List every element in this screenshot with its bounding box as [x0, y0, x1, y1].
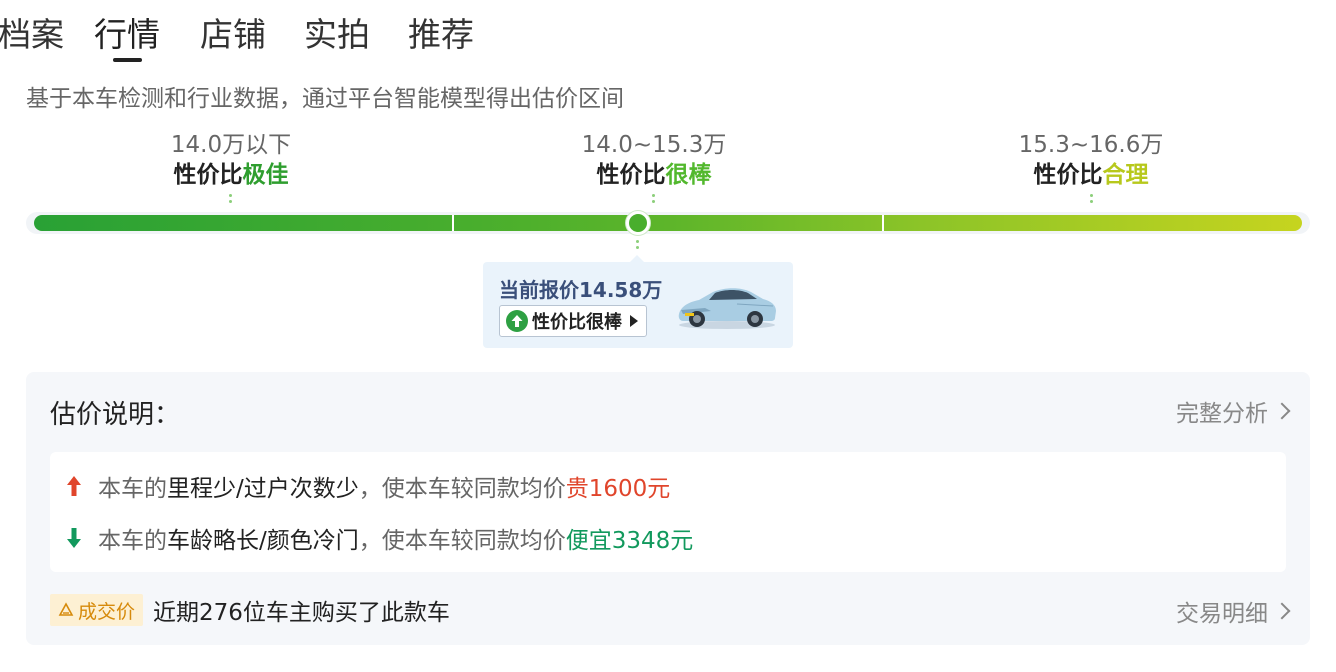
current-price-label: 当前报价14.58万 [499, 278, 663, 302]
range-price: 15.3~16.6万 [1018, 132, 1164, 158]
transaction-details-link[interactable]: 交易明细 [1176, 594, 1291, 628]
reason-item-down: 本车的 车龄略长/颜色冷门 ，使本车较同款均价 便宜3348元 [64, 522, 693, 554]
tab-recommend[interactable]: 推荐 [408, 14, 474, 56]
range-price: 14.0万以下 [170, 132, 292, 158]
range-label-great: 14.0~15.3万 性价比很棒 [504, 130, 804, 190]
deal-icon [58, 602, 74, 616]
reason-list: 本车的 里程少/过户次数少 ，使本车较同款均价 贵1600元 本车的 车龄略长/颜色冷门… [50, 452, 1286, 572]
range-grade: 性价比合理 [1033, 162, 1149, 188]
full-analysis-label: 完整分析 [1176, 401, 1268, 427]
tab-store[interactable]: 店铺 [200, 14, 266, 56]
valuation-subtitle: 基于本车检测和行业数据，通过平台智能模型得出估价区间 [26, 86, 624, 112]
full-analysis-link[interactable]: 完整分析 [1176, 394, 1291, 428]
deal-price-tag: 成交价 [50, 594, 144, 626]
range-label-excellent: 14.0万以下 性价比极佳 [81, 130, 381, 190]
current-price-card: 当前报价14.58万 性价比很棒 [483, 262, 793, 348]
value-rating-button[interactable]: 性价比很棒 [499, 305, 647, 337]
range-grade: 性价比极佳 [173, 162, 289, 188]
panel-title: 估价说明： [50, 400, 181, 430]
range-grade: 性价比很棒 [596, 162, 712, 188]
range-label-fair: 15.3~16.6万 性价比合理 [941, 130, 1241, 190]
tab-archive[interactable]: 档案 [0, 14, 64, 56]
chevron-right-icon [1273, 402, 1291, 420]
range-price: 14.0~15.3万 [581, 132, 727, 158]
arrow-up-circle-icon [506, 310, 528, 332]
arrow-down-icon [67, 528, 81, 548]
price-impact-up: 贵1600元 [565, 476, 671, 502]
chevron-right-icon [1273, 602, 1291, 620]
bar-divider [452, 215, 454, 231]
range-connector-dots [229, 194, 233, 206]
range-connector-dots [652, 194, 656, 206]
recent-deals-row: 成交价 近期276位车主购买了此款车 [50, 594, 450, 626]
transaction-details-label: 交易明细 [1176, 601, 1268, 627]
active-tab-indicator [113, 58, 142, 62]
arrow-up-icon [67, 476, 81, 496]
range-connector-dots [1090, 194, 1094, 206]
tab-market[interactable]: 行情 [94, 14, 160, 56]
price-bar [34, 215, 1302, 231]
current-price-marker [626, 211, 650, 235]
reason-item-up: 本车的 里程少/过户次数少 ，使本车较同款均价 贵1600元 [64, 470, 670, 502]
marker-connector-dots [636, 240, 640, 252]
car-image [678, 288, 776, 329]
price-impact-down: 便宜3348元 [565, 528, 694, 554]
tab-bar: 档案 行情 店铺 实拍 推荐 [0, 0, 1336, 64]
recent-buyers-text: 近期276位车主购买了此款车 [153, 600, 450, 626]
play-icon [630, 315, 638, 327]
tab-photos[interactable]: 实拍 [304, 14, 370, 56]
valuation-explanation-panel: 估价说明： 完整分析 本车的 里程少/过户次数少 ，使本车较同款均价 贵1600元 本… [26, 372, 1310, 645]
bar-divider [882, 215, 884, 231]
value-rating-label: 性价比很棒 [532, 312, 622, 333]
